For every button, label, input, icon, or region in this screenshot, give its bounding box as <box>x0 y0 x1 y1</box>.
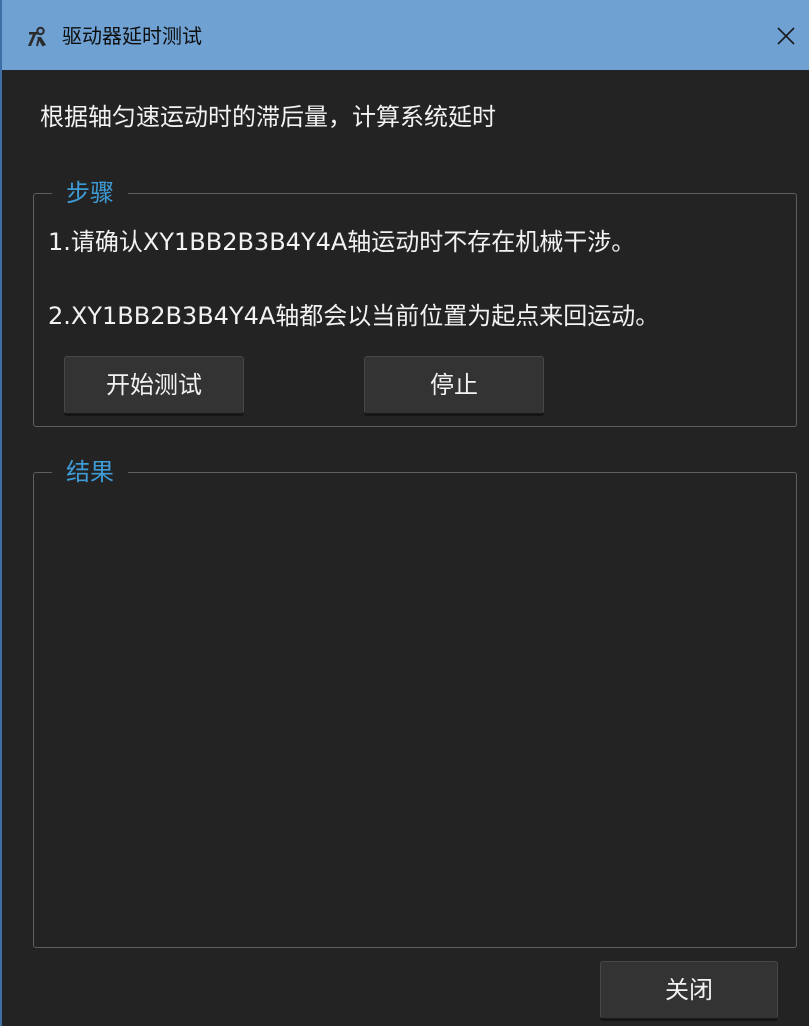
stop-button[interactable]: 停止 <box>364 356 544 414</box>
result-legend: 结果 <box>52 454 128 490</box>
title-bar[interactable]: 驱动器延时测试 <box>2 0 809 70</box>
result-groupbox: 结果 <box>33 454 797 948</box>
start-test-button[interactable]: 开始测试 <box>64 356 244 414</box>
steps-legend: 步骤 <box>52 175 128 211</box>
step-1-text: 1.请确认XY1BB2B3B4Y4A轴运动时不存在机械干涉。 <box>48 228 636 256</box>
dialog-window: 驱动器延时测试 根据轴匀速运动时的滞后量，计算系统延时 步骤 1.请确认XY1B… <box>0 0 809 1026</box>
close-button[interactable]: 关闭 <box>600 961 778 1019</box>
step-2-text: 2.XY1BB2B3B4Y4A轴都会以当前位置为起点来回运动。 <box>48 302 660 330</box>
wrench-hammer-icon <box>26 26 48 48</box>
window-title: 驱动器延时测试 <box>62 24 202 48</box>
dialog-content: 根据轴匀速运动时的滞后量，计算系统延时 步骤 1.请确认XY1BB2B3B4Y4… <box>2 70 809 1026</box>
steps-groupbox: 步骤 1.请确认XY1BB2B3B4Y4A轴运动时不存在机械干涉。 2.XY1B… <box>33 175 797 427</box>
close-icon[interactable] <box>774 24 798 48</box>
description-text: 根据轴匀速运动时的滞后量，计算系统延时 <box>40 103 496 131</box>
